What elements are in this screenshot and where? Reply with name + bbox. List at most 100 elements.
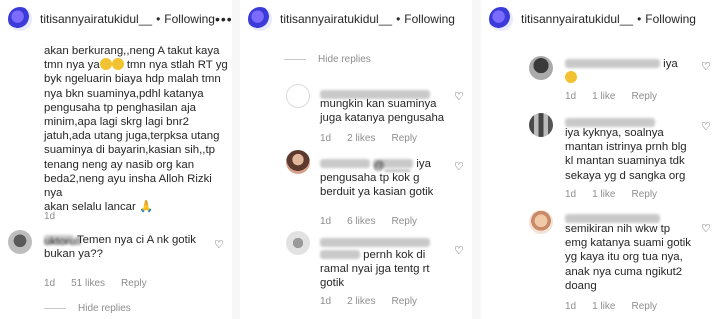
profile-avatar[interactable]: [8, 7, 32, 31]
username[interactable]: titisannyairatukidul__: [280, 12, 392, 26]
commenter-avatar[interactable]: [286, 84, 310, 108]
blurred-mention[interactable]: @____: [373, 159, 414, 172]
post-header: titisannyairatukidul__ • Following •••: [0, 0, 232, 38]
username[interactable]: titisannyairatukidul__: [40, 12, 152, 26]
like-count[interactable]: 51 likes: [71, 278, 105, 289]
hide-replies-label: Hide replies: [318, 54, 371, 65]
reply-button[interactable]: Reply: [391, 133, 417, 144]
blurred-username[interactable]: [565, 214, 660, 224]
reply-button[interactable]: Reply: [631, 91, 657, 102]
comment-body: iya kyknya, soalnya mantan istrinya prnh…: [565, 116, 687, 183]
comment-body: akan berkurang,,neng A takut kaya tmn ny…: [44, 44, 232, 214]
reply-button[interactable]: Reply: [121, 278, 147, 289]
comments-panel-2: titisannyairatukidul__ • Following Hide …: [240, 0, 472, 319]
commenter-avatar[interactable]: [529, 56, 553, 80]
comment-line: uktorull Temen nya ci A nk gotik: [44, 234, 197, 249]
laughing-emoji-icon: [111, 58, 124, 71]
post-header: titisannyairatukidul__ • Following: [240, 0, 472, 38]
blurred-username[interactable]: [320, 238, 430, 248]
like-count[interactable]: 1 like: [592, 301, 615, 312]
like-heart-icon[interactable]: ♡: [701, 120, 711, 133]
post-header: titisannyairatukidul__ • Following: [481, 0, 720, 38]
comment-line: pernh kok di: [320, 248, 430, 262]
comment-meta: 1d 6 likes Reply: [320, 216, 417, 227]
hide-replies-button[interactable]: Hide replies: [284, 54, 371, 65]
like-count[interactable]: 6 likes: [347, 216, 375, 227]
more-options-icon[interactable]: •••: [215, 11, 232, 27]
grinning-emoji-icon: [565, 71, 577, 84]
panel-divider: [472, 0, 481, 319]
comment-line: mungkin kan suaminya: [320, 98, 437, 110]
profile-avatar[interactable]: [248, 7, 272, 31]
comment-line: [565, 116, 687, 128]
comment-line: semikiran nih wkw tp: [565, 223, 671, 235]
comment-line: iya kyknya, soalnya: [565, 127, 664, 139]
hide-replies-button[interactable]: Hide replies: [44, 303, 131, 314]
profile-avatar[interactable]: [489, 7, 513, 31]
comment-line: suaminya di bayarin,kasian sih,,tp: [44, 144, 215, 157]
reply-button[interactable]: Reply: [631, 189, 657, 200]
comment-time: 1d: [320, 296, 332, 307]
like-heart-icon[interactable]: ♡: [454, 244, 464, 257]
comment-line: byk ngeluarin biaya hdp malah tmn: [44, 73, 221, 86]
like-heart-icon[interactable]: ♡: [701, 60, 711, 73]
commenter-avatar[interactable]: [529, 210, 553, 234]
comment-time: 1d: [44, 211, 56, 222]
comment-time: 1d: [565, 301, 577, 312]
following-status[interactable]: Following: [164, 12, 215, 26]
separator-dot: •: [156, 12, 161, 26]
comment-line: [565, 212, 691, 224]
comment-time: 1d: [44, 278, 56, 289]
like-heart-icon[interactable]: ♡: [701, 222, 711, 235]
comment-line: gotik: [320, 277, 345, 290]
following-status[interactable]: Following: [404, 12, 455, 26]
username[interactable]: titisannyairatukidul__: [521, 12, 633, 26]
comment-line: juga katanya pengusaha: [320, 112, 445, 125]
commenter-avatar[interactable]: [286, 231, 310, 255]
comment-line: beda2,neng ayu insha Alloh Rizki nya: [44, 172, 212, 200]
comment-meta: 1d 2 likes Reply: [320, 133, 417, 144]
panel-divider: [232, 0, 240, 319]
like-heart-icon[interactable]: ♡: [214, 238, 224, 251]
like-count[interactable]: 1 like: [592, 189, 615, 200]
comment-time: 1d: [565, 91, 577, 102]
comment-line: ramal nyai jga tentg rt: [320, 263, 430, 276]
blurred-username[interactable]: [565, 59, 660, 69]
blurred-mention[interactable]: [320, 250, 360, 260]
reply-button[interactable]: Reply: [391, 216, 417, 227]
comment-line: sekaya yg d sangka org: [565, 169, 686, 182]
comment-line: iya: [565, 57, 678, 71]
reply-button[interactable]: Reply: [631, 301, 657, 312]
comment-meta: 1d 1 like Reply: [565, 91, 657, 102]
divider-line: [44, 308, 66, 309]
comment-line: mantan istrinya prnh blg: [565, 141, 687, 154]
comment-line: berduit ya kasian gotik: [320, 186, 434, 199]
comment-body: iya: [565, 57, 678, 85]
commenter-avatar[interactable]: [8, 230, 32, 254]
like-heart-icon[interactable]: ♡: [454, 90, 464, 103]
blurred-username[interactable]: [565, 118, 655, 128]
divider-line: [284, 59, 306, 60]
comment-line: jatuh,ada utang juga,terpksa utang: [44, 130, 220, 143]
like-count[interactable]: 1 like: [592, 91, 615, 102]
comment-line: [565, 71, 678, 85]
comment-meta: 1d 2 likes Reply: [320, 296, 417, 307]
following-status[interactable]: Following: [645, 12, 696, 26]
comment-line: anak nya cuma ngikut2: [565, 265, 683, 278]
like-count[interactable]: 2 likes: [347, 296, 375, 307]
reply-button[interactable]: Reply: [391, 296, 417, 307]
separator-dot: •: [637, 12, 642, 26]
commenter-avatar[interactable]: [286, 150, 310, 174]
hide-replies-label: Hide replies: [78, 303, 131, 314]
comment-line: akan selalu lancar 🙏: [44, 201, 154, 214]
like-heart-icon[interactable]: ♡: [454, 160, 464, 173]
comment-line: tenang neng ay nasib org kan: [44, 158, 195, 171]
praying-hands-emoji-icon: 🙏: [139, 201, 154, 214]
comment-body: uktorull Temen nya ci A nk gotik bukan y…: [44, 233, 224, 261]
commenter-avatar[interactable]: [529, 113, 553, 137]
blurred-username[interactable]: uktorull: [44, 235, 81, 248]
comment-body: mungkin kan suaminya juga katanya pengus…: [320, 97, 444, 125]
like-count[interactable]: 2 likes: [347, 133, 375, 144]
comment-line: pengusaha tp penghasilan aja: [44, 101, 197, 114]
blurred-username[interactable]: [320, 159, 370, 169]
